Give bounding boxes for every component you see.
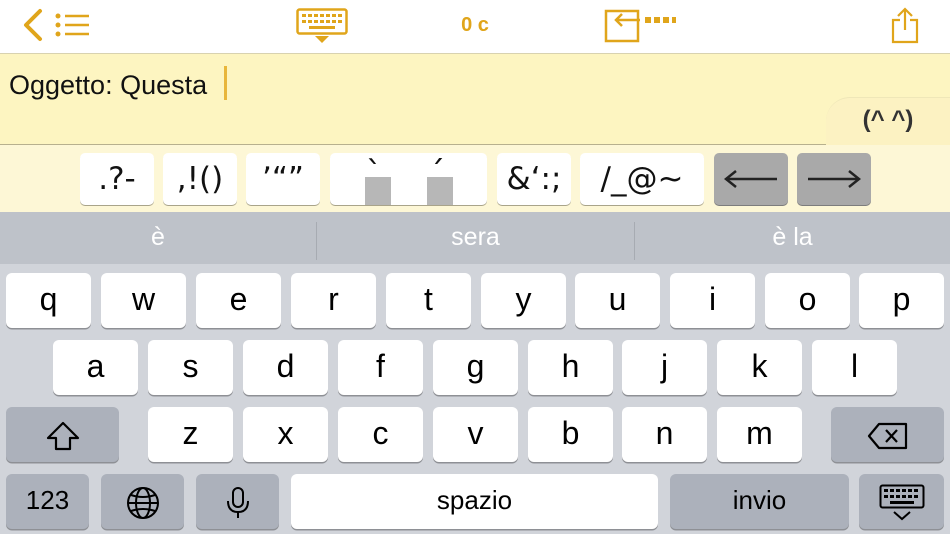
- key-i[interactable]: i: [670, 273, 755, 328]
- back-chevron-icon[interactable]: [20, 8, 46, 42]
- dictation-key[interactable]: [196, 474, 279, 529]
- key-x[interactable]: x: [243, 407, 328, 462]
- space-key[interactable]: spazio: [291, 474, 658, 529]
- hide-keyboard-key[interactable]: [859, 474, 944, 529]
- delete-key[interactable]: [831, 407, 944, 462]
- key-y[interactable]: y: [481, 273, 566, 328]
- arrow-left-icon: [723, 170, 777, 188]
- return-key[interactable]: invio: [670, 474, 849, 529]
- key-k[interactable]: k: [717, 340, 802, 395]
- key-e[interactable]: e: [196, 273, 281, 328]
- symbol-bar: .?- ,!() ’“” ` ´ &‘:; /_@~: [0, 145, 950, 212]
- key-t[interactable]: t: [386, 273, 471, 328]
- key-a[interactable]: a: [53, 340, 138, 395]
- keyboard: q w e r t y u i o p a s d f g h j k l z …: [0, 264, 950, 534]
- key-s[interactable]: s: [148, 340, 233, 395]
- symbol-key-ampersand[interactable]: &‘:;: [497, 153, 571, 205]
- insert-text-icon[interactable]: [604, 8, 676, 44]
- note-editor[interactable]: Oggetto: Questa (^ ^): [0, 54, 950, 145]
- key-w[interactable]: w: [101, 273, 186, 328]
- key-q[interactable]: q: [6, 273, 91, 328]
- key-z[interactable]: z: [148, 407, 233, 462]
- key-n[interactable]: n: [622, 407, 707, 462]
- globe-key[interactable]: [101, 474, 184, 529]
- character-count: 0 c: [461, 14, 489, 36]
- emoticon-tab[interactable]: (^ ^): [826, 97, 950, 145]
- symbol-key-slash[interactable]: /_@~: [580, 153, 704, 205]
- text-cursor: [224, 66, 227, 100]
- key-h[interactable]: h: [528, 340, 613, 395]
- suggestion-3[interactable]: è la: [635, 212, 950, 264]
- cursor-left-button[interactable]: [714, 153, 788, 205]
- microphone-icon: [226, 486, 249, 518]
- key-f[interactable]: f: [338, 340, 423, 395]
- globe-icon: [126, 486, 159, 519]
- keyboard-dismiss-icon[interactable]: [296, 8, 348, 44]
- grave-accent-placeholder: [365, 177, 391, 205]
- delete-backspace-icon: [867, 422, 907, 449]
- symbol-key-accents[interactable]: ` ´: [330, 153, 487, 205]
- symbol-key-punctuation[interactable]: .?-: [80, 153, 154, 205]
- suggestion-2[interactable]: sera: [317, 212, 634, 264]
- share-icon[interactable]: [890, 6, 920, 44]
- key-j[interactable]: j: [622, 340, 707, 395]
- symbol-key-exclamation[interactable]: ,!(): [163, 153, 237, 205]
- key-c[interactable]: c: [338, 407, 423, 462]
- keyboard-hide-icon: [879, 484, 924, 520]
- numbers-key[interactable]: 123: [6, 474, 89, 529]
- key-o[interactable]: o: [765, 273, 850, 328]
- key-d[interactable]: d: [243, 340, 328, 395]
- key-m[interactable]: m: [717, 407, 802, 462]
- key-v[interactable]: v: [433, 407, 518, 462]
- key-g[interactable]: g: [433, 340, 518, 395]
- acute-accent-placeholder: [427, 177, 453, 205]
- note-text[interactable]: Oggetto: Questa: [9, 70, 207, 101]
- key-b[interactable]: b: [528, 407, 613, 462]
- key-u[interactable]: u: [575, 273, 660, 328]
- suggestion-1[interactable]: è: [0, 212, 316, 264]
- shift-arrow-icon: [46, 421, 79, 450]
- list-icon[interactable]: [54, 12, 90, 38]
- key-l[interactable]: l: [812, 340, 897, 395]
- key-p[interactable]: p: [859, 273, 944, 328]
- cursor-right-button[interactable]: [797, 153, 871, 205]
- key-r[interactable]: r: [291, 273, 376, 328]
- shift-key[interactable]: [6, 407, 119, 462]
- top-toolbar: 0 c: [0, 0, 950, 54]
- symbol-key-quotes[interactable]: ’“”: [246, 153, 320, 205]
- arrow-right-icon: [808, 170, 862, 188]
- predictive-bar: è sera è la: [0, 212, 950, 264]
